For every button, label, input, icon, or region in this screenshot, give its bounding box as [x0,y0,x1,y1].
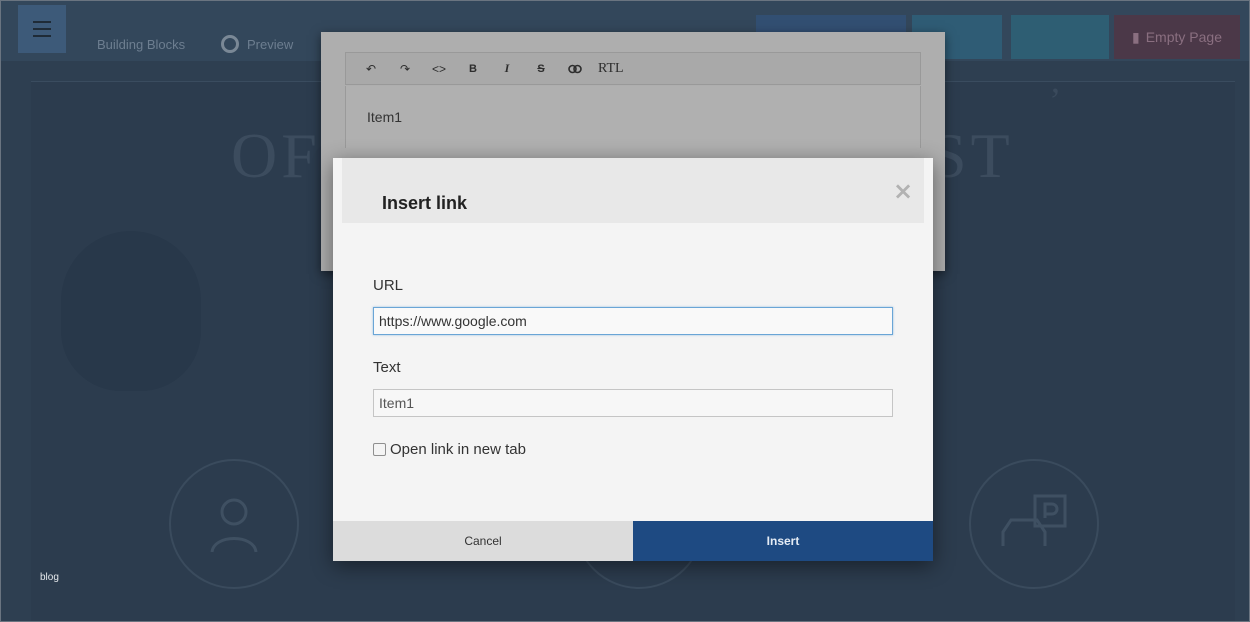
dialog-footer: Cancel Insert [333,521,933,561]
insert-link-dialog: Insert link × URL Text Open link in new … [333,158,933,561]
redo-icon[interactable]: ↷ [388,52,422,85]
bold-icon[interactable]: B [456,52,490,85]
insert-button[interactable]: Insert [633,521,933,561]
editor-toolbar: ↶ ↷ <> B I S RTL [345,52,921,85]
dialog-header: Insert link × [342,158,924,223]
new-tab-label[interactable]: Open link in new tab [390,441,526,458]
empty-page-label: Empty Page [1145,29,1222,45]
preview-toggle[interactable]: Preview [221,35,293,53]
person-icon [169,459,299,589]
link-text-input[interactable] [373,389,893,417]
undo-icon[interactable]: ↶ [354,52,388,85]
link-icon[interactable] [558,52,592,85]
italic-icon[interactable]: I [490,52,524,85]
editor-body[interactable]: Item1 [345,86,921,148]
preview-label: Preview [247,36,294,52]
new-tab-checkbox[interactable] [373,443,386,456]
cancel-button[interactable]: Cancel [333,521,633,561]
menu-line [33,21,51,23]
blog-label[interactable]: blog [40,572,59,583]
rtl-button[interactable]: RTL [592,52,630,85]
url-label: URL [373,277,404,294]
hamburger-menu-button[interactable] [18,5,66,53]
new-tab-option[interactable]: Open link in new tab [373,441,526,458]
dialog-title: Insert link [382,193,468,213]
hero-text-left: OF [231,120,321,191]
empty-page-button[interactable]: ▮ Empty Page [1114,15,1240,59]
toggle-circle-icon [221,35,239,53]
car-parking-icon [969,459,1099,589]
editor-content: Item1 [367,109,403,125]
url-input[interactable] [373,307,893,335]
blocks-label[interactable]: Building Blocks [97,37,185,52]
strikethrough-icon[interactable]: S [524,52,558,85]
menu-line [33,35,51,37]
trash-icon: ▮ [1132,28,1140,45]
top-button-3[interactable] [1011,15,1109,59]
menu-line [33,28,51,30]
text-label: Text [373,359,401,376]
hero-text-top: , [1051,60,1060,100]
code-icon[interactable]: <> [422,52,456,85]
background-shape [61,231,201,391]
close-icon[interactable]: × [892,179,914,203]
